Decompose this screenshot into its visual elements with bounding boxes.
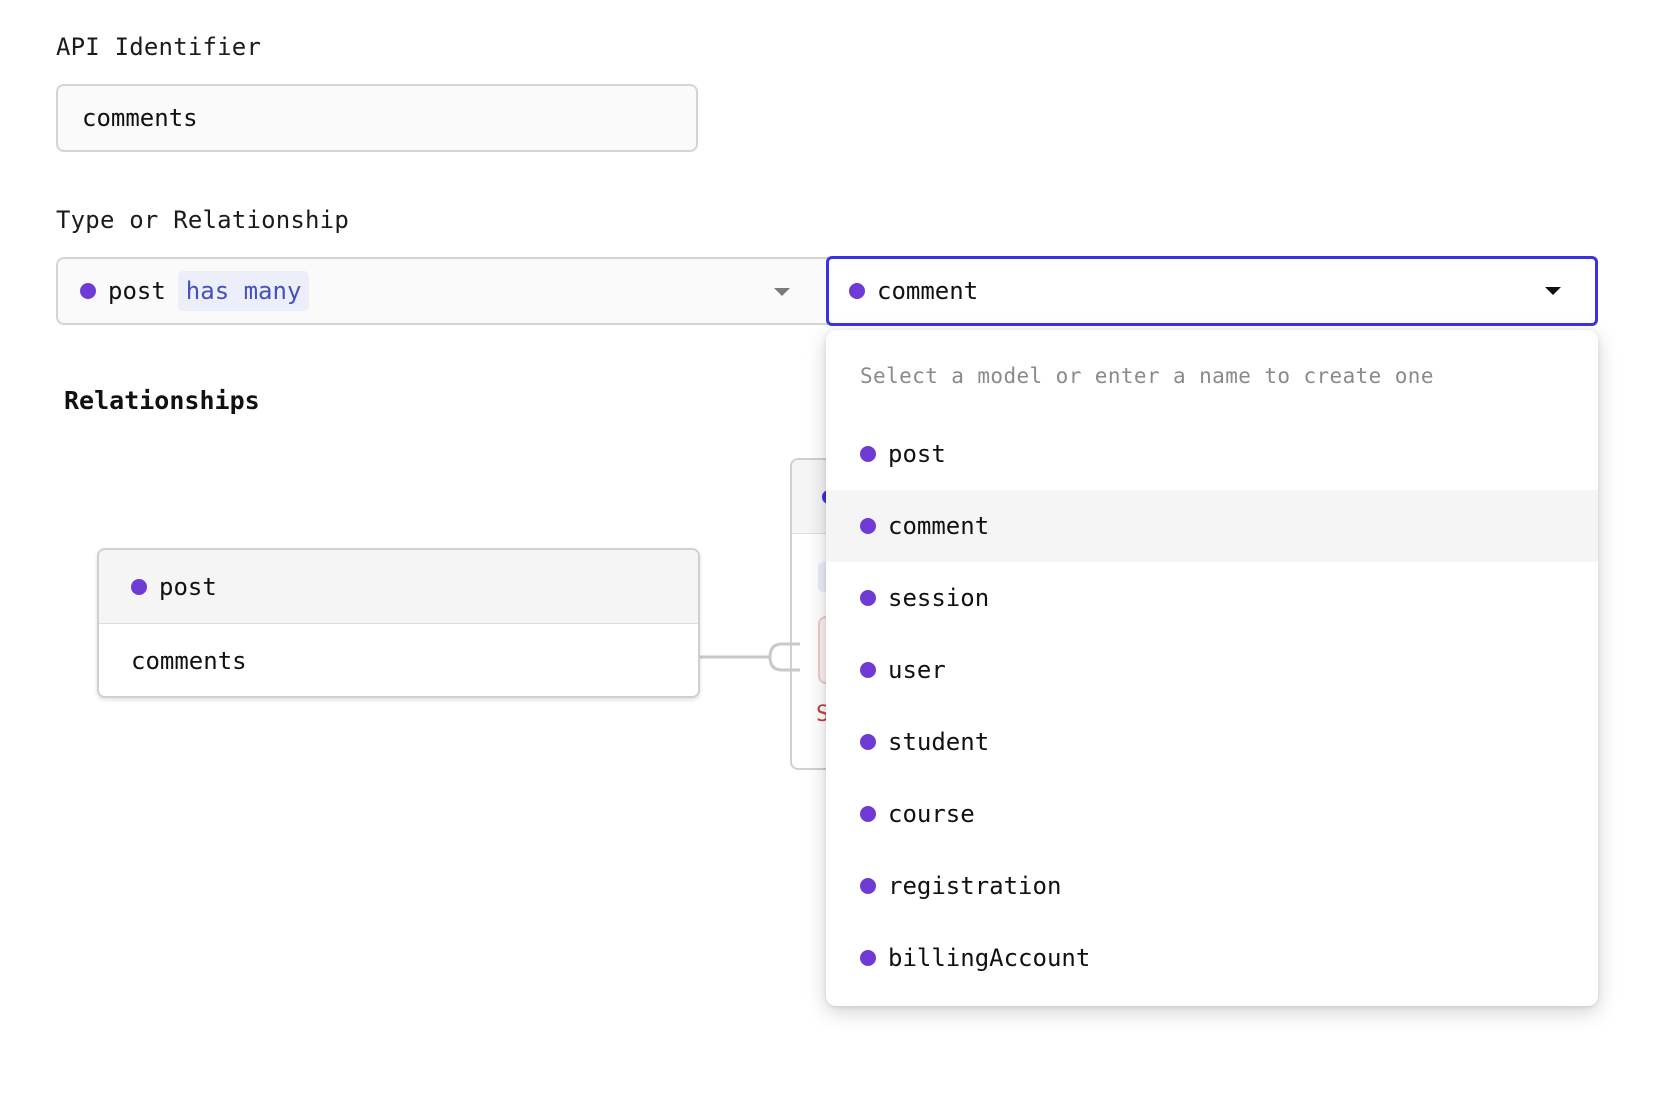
- api-identifier-input[interactable]: [56, 84, 698, 152]
- source-model-card[interactable]: post comments: [97, 548, 700, 698]
- model-dot-icon: [131, 578, 147, 595]
- caret-down-icon: [1545, 287, 1561, 295]
- option-label: billingAccount: [888, 944, 1091, 972]
- type-or-relationship-label: Type or Relationship: [56, 206, 349, 234]
- model-dot-icon: [860, 590, 876, 606]
- dropdown-option-user[interactable]: user: [826, 634, 1598, 706]
- model-dot-icon: [860, 734, 876, 750]
- model-dropdown-menu: Select a model or enter a name to create…: [826, 330, 1598, 1006]
- option-label: registration: [888, 872, 1062, 900]
- model-dot-icon: [860, 806, 876, 822]
- option-label: user: [888, 656, 946, 684]
- dropdown-option-student[interactable]: student: [826, 706, 1598, 778]
- dropdown-option-course[interactable]: course: [826, 778, 1598, 850]
- source-model-name: post: [108, 277, 166, 305]
- dropdown-option-registration[interactable]: registration: [826, 850, 1598, 922]
- model-dot-icon: [860, 950, 876, 966]
- dropdown-option-comment[interactable]: comment: [826, 490, 1598, 562]
- model-dot-icon: [860, 518, 876, 534]
- model-dot-icon: [849, 283, 865, 299]
- target-model-name: comment: [877, 277, 979, 305]
- option-label: post: [888, 440, 946, 468]
- option-label: student: [888, 728, 990, 756]
- option-label: comment: [888, 512, 990, 540]
- relationship-type-badge: has many: [177, 271, 310, 311]
- relationship-editor: API Identifier Type or Relationship post…: [0, 0, 1670, 1104]
- model-dot-icon: [80, 283, 96, 299]
- card-field-comments[interactable]: comments: [99, 624, 698, 696]
- card-model-name: post: [159, 572, 217, 601]
- chevron-down-icon: [774, 288, 790, 296]
- option-label: session: [888, 584, 990, 612]
- model-dot-icon: [860, 662, 876, 678]
- model-dot-icon: [860, 446, 876, 462]
- dropdown-option-post[interactable]: post: [826, 418, 1598, 490]
- relationship-connector: [700, 642, 800, 672]
- model-dot-icon: [860, 878, 876, 894]
- dropdown-hint: Select a model or enter a name to create…: [860, 364, 1434, 388]
- api-identifier-label: API Identifier: [56, 33, 262, 61]
- option-label: course: [888, 800, 975, 828]
- dropdown-option-session[interactable]: session: [826, 562, 1598, 634]
- card-header: post: [99, 550, 698, 624]
- source-model-select[interactable]: post has many: [56, 257, 828, 325]
- target-model-select[interactable]: comment: [826, 256, 1598, 326]
- relationships-heading: Relationships: [64, 386, 260, 415]
- dropdown-options: post comment session user student course regis…: [826, 418, 1598, 994]
- dropdown-option-billingAccount[interactable]: billingAccount: [826, 922, 1598, 994]
